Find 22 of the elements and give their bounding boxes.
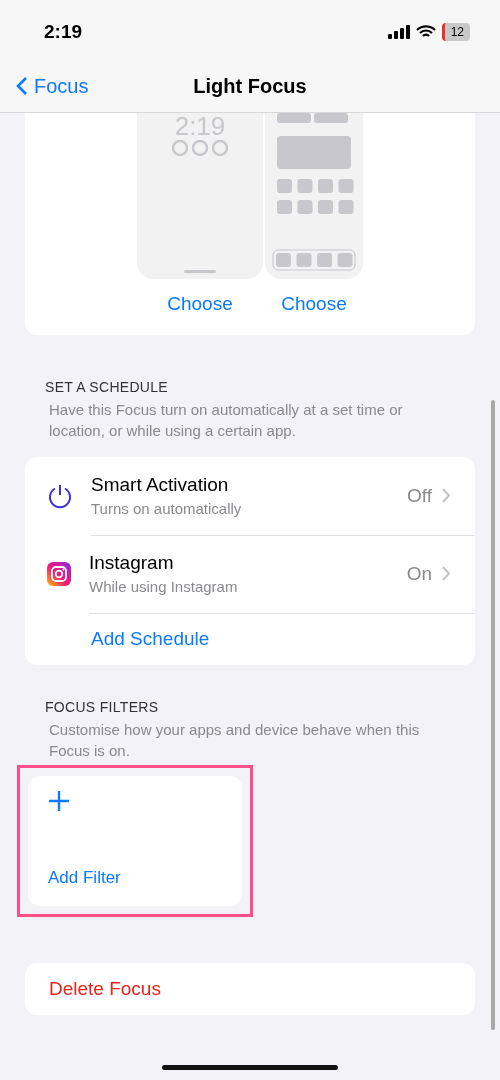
row-value: On bbox=[406, 562, 432, 585]
delete-focus-button[interactable]: Delete Focus bbox=[25, 963, 475, 1015]
section-header: SET A SCHEDULE bbox=[45, 379, 169, 395]
choose-button[interactable]: Choose bbox=[281, 293, 347, 315]
row-title: Instagram bbox=[89, 552, 175, 574]
back-label[interactable]: Focus bbox=[34, 74, 89, 98]
schedule-row[interactable]: Smart Activation Turns on automatically Off bbox=[25, 457, 475, 535]
section-description: Customise how your apps and device behave when this Focus is on. bbox=[49, 720, 421, 761]
row-subtitle: Turns on automatically bbox=[91, 500, 243, 517]
status-time: 2:19 bbox=[44, 20, 83, 43]
back-link[interactable]: Focus bbox=[16, 74, 89, 98]
section-header: FOCUS FILTERS bbox=[45, 699, 160, 715]
row-title: Smart Activation bbox=[91, 474, 230, 496]
schedule-row[interactable]: Instagram While using Instagram On bbox=[25, 535, 475, 613]
battery-indicator: 12 bbox=[441, 23, 470, 41]
choose-button[interactable]: Choose bbox=[167, 293, 233, 315]
row-subtitle: While using Instagram bbox=[89, 578, 239, 595]
row-value: Off bbox=[407, 484, 432, 507]
add-filter-button[interactable]: Add Filter bbox=[28, 776, 242, 906]
page-title: Light Focus bbox=[193, 74, 307, 98]
add-schedule-button[interactable]: Add Schedule bbox=[91, 628, 210, 650]
section-description: Have this Focus turn on automatically at a set time or location, or while using a certain app. bbox=[49, 400, 404, 441]
